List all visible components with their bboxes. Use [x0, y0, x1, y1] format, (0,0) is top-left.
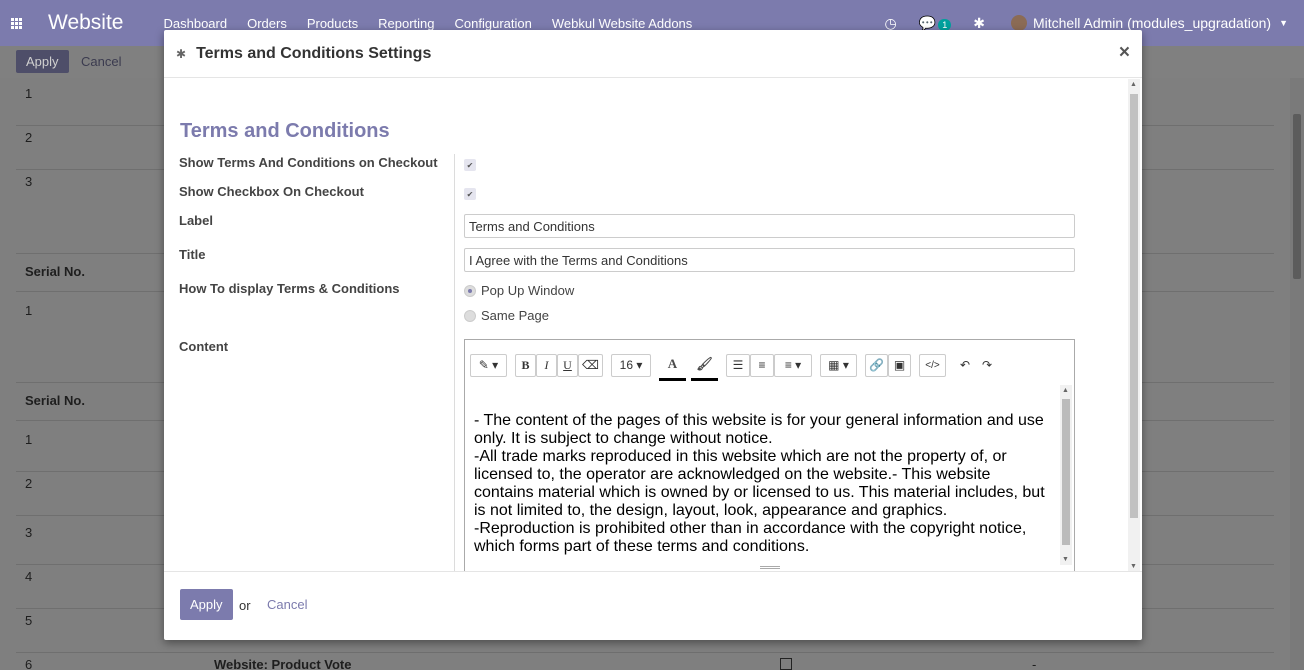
bullet-list-icon[interactable]: ☰: [726, 353, 750, 377]
divider: [454, 154, 455, 572]
label-input[interactable]: [464, 214, 1075, 238]
radio-same-page-label[interactable]: Same Page: [481, 308, 549, 323]
content-paragraph: -All trade marks reproduced in this webs…: [474, 448, 1045, 519]
italic-button[interactable]: I: [536, 353, 557, 377]
bold-button[interactable]: B: [515, 353, 536, 377]
show-checkbox-checkbox[interactable]: ✔: [464, 188, 476, 200]
cancel-button[interactable]: Cancel: [267, 597, 307, 612]
bg-apply-button[interactable]: Apply: [16, 50, 69, 73]
menu-configuration[interactable]: Configuration: [445, 16, 542, 31]
label-field-label: Label: [179, 213, 213, 228]
dialog-header: ✱ Terms and Conditions Settings ×: [164, 30, 1142, 78]
apply-button[interactable]: Apply: [180, 589, 233, 620]
chevron-down-icon: ▼: [1279, 18, 1288, 28]
radio-popup-window[interactable]: [464, 285, 476, 297]
show-checkbox-label: Show Checkbox On Checkout: [179, 184, 364, 199]
dialog-body: Terms and Conditions Show Terms And Cond…: [164, 79, 1142, 572]
apps-menu-icon[interactable]: [0, 0, 32, 46]
menu-dashboard[interactable]: Dashboard: [153, 16, 237, 31]
scroll-up-icon[interactable]: ▲: [1130, 81, 1137, 88]
user-name: Mitchell Admin (modules_upgradation): [1032, 15, 1272, 31]
chat-icon[interactable]: 💬 1: [919, 15, 952, 32]
show-terms-checkbox[interactable]: ✔: [464, 159, 476, 171]
numbered-list-icon[interactable]: ≡: [750, 353, 774, 377]
eraser-icon[interactable]: ⌫: [578, 353, 603, 377]
main-menu: Dashboard Orders Products Reporting Conf…: [153, 16, 702, 31]
page-scrollbar[interactable]: [1290, 78, 1304, 670]
undo-icon[interactable]: ↶: [954, 353, 976, 377]
menu-products[interactable]: Products: [297, 16, 368, 31]
chat-badge: 1: [938, 18, 952, 31]
editor-toolbar: ✎ ▾ B I U ⌫ 16 ▾ A 🖌 ☰ ≡ ≡ ▾ ▦ ▾ 🔗 ▣ </>…: [470, 349, 998, 381]
table-row: 6 Website: Product Vote -: [25, 657, 1037, 670]
font-size-dropdown[interactable]: 16 ▾: [611, 353, 651, 377]
radio-same-page[interactable]: [464, 310, 476, 322]
close-icon[interactable]: ×: [1119, 42, 1130, 64]
font-size-value: 16: [619, 358, 633, 372]
link-icon[interactable]: 🔗: [865, 353, 888, 377]
title-field-label: Title: [179, 247, 206, 262]
html-editor: ✎ ▾ B I U ⌫ 16 ▾ A 🖌 ☰ ≡ ≡ ▾ ▦ ▾ 🔗 ▣ </>…: [464, 339, 1075, 572]
checkbox-icon[interactable]: [780, 658, 792, 670]
redo-icon[interactable]: ↷: [976, 353, 998, 377]
align-dropdown-icon[interactable]: ≡ ▾: [774, 353, 812, 377]
editor-content[interactable]: - The content of the pages of this websi…: [474, 412, 1054, 556]
clock-icon[interactable]: ◷: [885, 15, 897, 32]
editor-resize-handle[interactable]: [760, 566, 780, 569]
content-paragraph: -Reproduction is prohibited other than i…: [474, 520, 1027, 555]
section-title: Terms and Conditions: [180, 120, 390, 142]
user-menu[interactable]: Mitchell Admin (modules_upgradation) ▼: [1010, 15, 1288, 31]
menu-reporting[interactable]: Reporting: [368, 16, 444, 31]
code-view-icon[interactable]: </>: [919, 353, 946, 377]
display-mode-label: How To display Terms & Conditions: [179, 281, 400, 296]
scroll-down-icon[interactable]: ▼: [1130, 563, 1137, 570]
bug-icon[interactable]: ✱: [973, 15, 985, 32]
menu-webkul-addons[interactable]: Webkul Website Addons: [542, 16, 702, 31]
image-icon[interactable]: ▣: [888, 353, 911, 377]
text-color-icon[interactable]: A: [659, 349, 686, 381]
dialog-footer: Apply or Cancel: [164, 571, 1142, 640]
title-input[interactable]: [464, 248, 1075, 272]
bg-cancel-button[interactable]: Cancel: [81, 54, 121, 69]
style-dropdown[interactable]: ✎ ▾: [470, 353, 507, 377]
app-brand: Website: [48, 11, 124, 34]
dialog-title: Terms and Conditions Settings: [196, 44, 432, 62]
radio-popup-label[interactable]: Pop Up Window: [481, 283, 574, 298]
underline-button[interactable]: U: [557, 353, 578, 377]
avatar: [1010, 15, 1027, 31]
scroll-down-icon[interactable]: ▼: [1062, 556, 1069, 563]
show-terms-label: Show Terms And Conditions on Checkout: [179, 155, 438, 170]
brush-icon[interactable]: 🖌: [691, 349, 718, 381]
table-dropdown-icon[interactable]: ▦ ▾: [820, 353, 857, 377]
content-paragraph: - The content of the pages of this websi…: [474, 412, 1044, 447]
menu-orders[interactable]: Orders: [237, 16, 297, 31]
settings-dialog: ✱ Terms and Conditions Settings × Terms …: [164, 30, 1142, 640]
bug-icon: ✱: [176, 46, 187, 61]
dialog-scrollbar[interactable]: ▲ ▼: [1128, 79, 1140, 572]
or-text: or: [239, 598, 251, 613]
scroll-up-icon[interactable]: ▲: [1062, 387, 1069, 394]
editor-scrollbar[interactable]: ▲ ▼: [1060, 385, 1072, 565]
content-label: Content: [179, 339, 229, 354]
